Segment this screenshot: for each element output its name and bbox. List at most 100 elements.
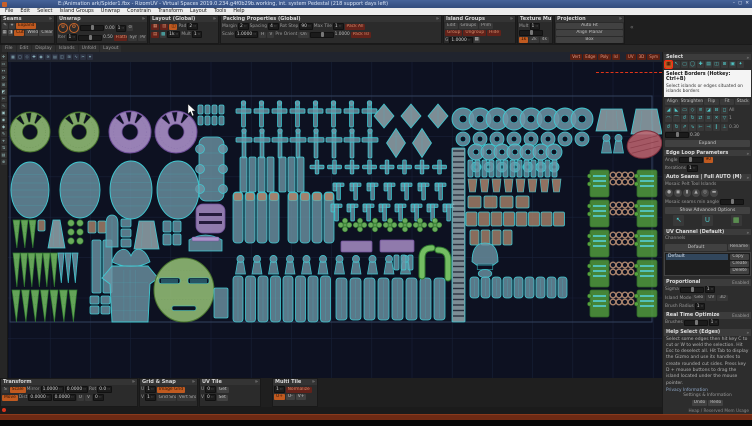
slider[interactable] — [719, 199, 744, 206]
uv-island-group[interactable] — [471, 242, 499, 279]
value-spinner[interactable]: 0 ‹› — [205, 386, 216, 393]
slider-thumb[interactable] — [320, 31, 324, 37]
grid-icon[interactable]: ▩ — [160, 31, 167, 38]
tool-icon[interactable]: ↺ — [665, 123, 672, 131]
uv-island-group[interactable] — [153, 257, 215, 323]
uv-island-group[interactable] — [213, 287, 229, 319]
tool-icon[interactable]: ⊟ — [713, 106, 720, 114]
tool-icon[interactable]: ✕ — [713, 115, 720, 123]
half-edge-icon[interactable]: ◨ — [8, 30, 14, 36]
uv-island-group[interactable] — [37, 219, 46, 232]
left-tool-icon[interactable]: ▣ — [0, 110, 7, 116]
align-planar-button[interactable]: Align Planar — [556, 30, 623, 36]
uv-island-group[interactable] — [9, 111, 51, 153]
uv-island-group[interactable] — [89, 295, 111, 315]
torus-icon[interactable]: ◎ — [701, 189, 709, 198]
uv-island-group[interactable] — [379, 239, 415, 253]
magic-select-icon[interactable]: ✦ — [737, 61, 744, 69]
uv-island-group[interactable] — [156, 160, 200, 220]
spinner-arrows-icon[interactable]: ‹› — [198, 32, 202, 37]
tool-icon[interactable]: ◪ — [705, 106, 712, 114]
slider-thumb[interactable] — [529, 30, 533, 35]
left-tool-icon[interactable]: ◉ — [0, 117, 7, 123]
viewport-tool-icon[interactable]: ∿ — [73, 54, 79, 60]
h-button[interactable]: H — [259, 31, 267, 38]
spinner-arrows-icon[interactable]: ‹› — [72, 35, 76, 40]
tool-icon[interactable]: ⊢ — [697, 123, 704, 131]
grid-select-icon[interactable]: ⊞ — [721, 61, 728, 69]
toolbar-tab-display[interactable]: Display — [32, 45, 55, 52]
tab-flip[interactable]: Flip — [704, 98, 719, 106]
value-spinner[interactable]: 1k ‹› — [167, 31, 181, 38]
spinner-arrows-icon[interactable]: ‹› — [244, 24, 248, 29]
slider[interactable] — [309, 31, 334, 38]
spinner-arrows-icon[interactable]: ‹› — [211, 387, 215, 392]
left-tool-icon[interactable]: ✎ — [0, 131, 7, 137]
create-button[interactable]: Create — [730, 261, 749, 268]
uv-island-group[interactable] — [67, 219, 84, 245]
settings-info-label[interactable]: Settings & Information — [664, 393, 751, 398]
spinner-arrows-icon[interactable]: ‹› — [83, 387, 87, 392]
value-spinner[interactable]: 1 ‹› — [694, 302, 706, 310]
uv-island-group[interactable] — [609, 171, 635, 186]
cut-button[interactable]: Cut — [14, 30, 25, 36]
tool-icon[interactable]: ◣ — [673, 106, 680, 114]
slider-thumb[interactable] — [89, 34, 93, 40]
uv-island-group[interactable] — [12, 219, 37, 249]
uv-island-group[interactable] — [120, 218, 132, 248]
viewport-tool-icon[interactable]: ▤ — [52, 54, 58, 60]
left-tool-icon[interactable]: ⇅ — [0, 145, 7, 151]
on-button[interactable]: On — [298, 31, 309, 38]
value-spinner[interactable]: 0 ‹› — [93, 394, 104, 401]
auto-fit-button[interactable]: Auto Fit — [556, 23, 623, 29]
uv-canvas[interactable] — [8, 62, 662, 378]
uv-island-group[interactable] — [451, 147, 466, 323]
uv-island-group[interactable] — [105, 214, 119, 248]
fill-select-icon[interactable]: ▣ — [729, 61, 736, 69]
island-select-icon[interactable]: ◫ — [713, 61, 720, 69]
prim-button[interactable]: Prim — [479, 23, 494, 29]
menu-help[interactable]: Help — [230, 8, 247, 15]
maximize-button[interactable]: ▢ — [738, 0, 742, 8]
viewport-tool-icon[interactable]: ✚ — [31, 54, 37, 60]
get-button[interactable]: Get — [216, 386, 229, 393]
viewport-tool-icon[interactable]: ▦ — [10, 54, 16, 60]
mode-chip-sym[interactable]: Sym — [647, 54, 660, 60]
pack-alt-icon[interactable]: ▥ — [160, 23, 169, 30]
value-spinner[interactable]: 1.0000 ‹› — [449, 36, 473, 43]
viewport-tool-icon[interactable]: ◇ — [24, 54, 30, 60]
mode-chip-poly[interactable]: Poly — [598, 54, 611, 60]
value-spinner[interactable]: 0.0000 ‹› — [52, 394, 76, 401]
ungroup-button[interactable]: Ungroup — [463, 30, 487, 36]
uv-island-group[interactable] — [467, 195, 530, 209]
box-button[interactable]: Box — [556, 37, 623, 43]
tool-icon[interactable]: ⇘ — [689, 123, 696, 131]
delete-button[interactable]: Delete — [730, 268, 749, 275]
redo-button[interactable]: Redo — [708, 400, 724, 406]
uv-island-group[interactable] — [469, 276, 568, 299]
uv-island-group[interactable] — [57, 252, 79, 284]
spinner-arrows-icon[interactable]: ‹› — [280, 387, 284, 392]
left-tool-icon[interactable]: ▭ — [0, 61, 7, 67]
normalize-button[interactable]: Normalize — [285, 386, 312, 393]
value-spinner[interactable]: 1 ‹› — [274, 386, 285, 393]
value-spinner[interactable]: 90 ‹› — [299, 23, 313, 30]
mode-chip-edge[interactable]: Edge — [583, 54, 598, 60]
left-tool-icon[interactable]: ⟳ — [0, 75, 7, 81]
edit-button[interactable]: Edit — [445, 23, 458, 29]
mode-chip-uv[interactable]: UV — [625, 54, 636, 60]
uv-island-group[interactable] — [309, 159, 447, 175]
uv-island-group[interactable] — [235, 100, 378, 128]
value-spinner[interactable]: 1 ‹› — [332, 23, 344, 30]
left-tool-icon[interactable]: ⊞ — [0, 82, 7, 88]
value-spinner[interactable]: 0.0 ‹› — [97, 386, 112, 393]
angle-value[interactable]: 90 — [703, 157, 714, 164]
uv-island-group[interactable] — [188, 234, 223, 252]
uv-island-group[interactable] — [587, 169, 610, 318]
u-button[interactable]: U- — [285, 394, 295, 400]
title-bar[interactable]: E:/Animation ark/Spider1.fbx - RizomUV -… — [0, 0, 752, 8]
uv-island-group[interactable] — [109, 160, 153, 220]
edge-loop-select-icon[interactable]: ▤ — [705, 61, 712, 69]
uv-island-group[interactable] — [108, 110, 152, 154]
uv-island-group[interactable] — [335, 277, 446, 321]
